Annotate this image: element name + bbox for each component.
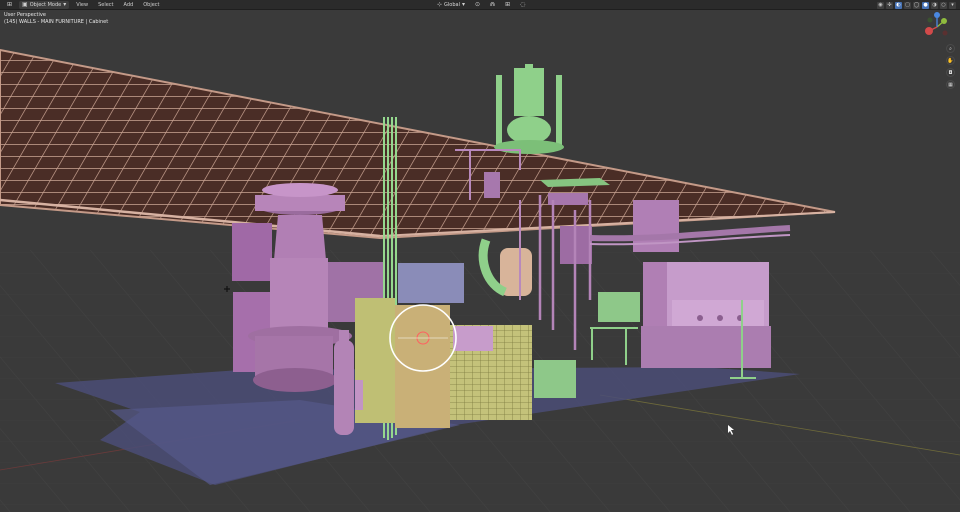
snap-toggle[interactable]: ⋒ [487, 1, 498, 9]
orientation-label: Global [444, 2, 460, 8]
hand-icon: ✋ [947, 57, 954, 64]
mode-label: Object Mode [29, 1, 62, 8]
magnet-icon: ⋒ [490, 1, 496, 8]
editor-type-button[interactable]: ⊞ [4, 1, 15, 9]
viewport-header: ⊞ ▣ Object Mode ▾ View Select Add Object… [0, 0, 960, 10]
gizmo-toggle[interactable]: ✣ [886, 1, 893, 9]
pan-button[interactable]: ✋ [946, 56, 955, 65]
xray-toggle[interactable]: ▢ [904, 1, 911, 9]
menu-add[interactable]: Add [121, 2, 137, 8]
chevron-down-icon: ▾ [63, 0, 67, 8]
menu-select[interactable]: Select [95, 2, 116, 8]
transform-orientation-dropdown[interactable]: ⊹ Global ▾ [434, 1, 468, 9]
scene-render [0, 48, 960, 512]
overlays-icon: ◐ [896, 2, 901, 8]
orientation-icon: ⊹ [437, 1, 443, 8]
object-mode-icon: ▣ [22, 0, 28, 8]
proportional-icon: ◌ [520, 1, 526, 8]
perspective-toggle-button[interactable]: ▦ [946, 80, 955, 89]
shading-material-button[interactable]: ◑ [931, 1, 938, 9]
view-name: User Perspective [4, 12, 46, 18]
3d-viewport[interactable] [0, 10, 960, 512]
zoom-icon: ⌕ [949, 45, 952, 52]
snap-target-button[interactable]: ⊞ [502, 1, 513, 9]
wireframe-icon: ◯ [913, 2, 920, 8]
chevron-down-icon: ▾ [951, 2, 954, 8]
shading-solid-button[interactable]: ● [922, 1, 929, 9]
collection-info: (145) WALLS - MAIN FURNITURE | Cabinet [4, 19, 109, 25]
camera-view-button[interactable]: ◘ [946, 68, 955, 77]
snap-grid-icon: ⊞ [505, 1, 511, 8]
grid-editor-icon: ⊞ [7, 0, 13, 8]
navigation-gizmo[interactable] [922, 12, 952, 42]
mode-dropdown[interactable]: ▣ Object Mode ▾ [19, 0, 70, 9]
gizmo-icon: ✣ [887, 2, 892, 8]
z-axis-handle [934, 12, 940, 18]
proportional-edit-button[interactable]: ◌ [517, 1, 528, 9]
viewport-info: User Perspective (145) WALLS - MAIN FURN… [4, 12, 108, 26]
solid-sphere-icon: ● [923, 2, 928, 8]
x-axis-handle [925, 27, 933, 35]
pivot-icon: ⊙ [475, 1, 481, 8]
camera-icon: ◘ [948, 69, 953, 76]
overlays-toggle[interactable]: ◐ [895, 1, 902, 9]
zoom-button[interactable]: ⌕ [946, 44, 955, 53]
chevron-down-icon: ▾ [461, 1, 465, 8]
material-icon: ◑ [932, 2, 937, 8]
rendered-icon: ○ [941, 2, 946, 8]
right-cabinet [641, 262, 771, 379]
menu-view[interactable]: View [73, 2, 91, 8]
navigation-controls: ⌕ ✋ ◘ ▦ [946, 44, 955, 89]
y-axis-handle [941, 18, 947, 24]
shading-wireframe-button[interactable]: ◯ [913, 1, 920, 9]
shading-rendered-button[interactable]: ○ [940, 1, 947, 9]
perspective-grid-icon: ▦ [948, 81, 953, 88]
xray-icon: ▢ [905, 2, 910, 8]
shading-options-button[interactable]: ▾ [949, 1, 956, 9]
eye-icon: ◉ [878, 2, 883, 8]
menu-object[interactable]: Object [140, 2, 162, 8]
pivot-point-button[interactable]: ⊙ [472, 1, 483, 9]
visibility-filter-button[interactable]: ◉ [877, 1, 884, 9]
